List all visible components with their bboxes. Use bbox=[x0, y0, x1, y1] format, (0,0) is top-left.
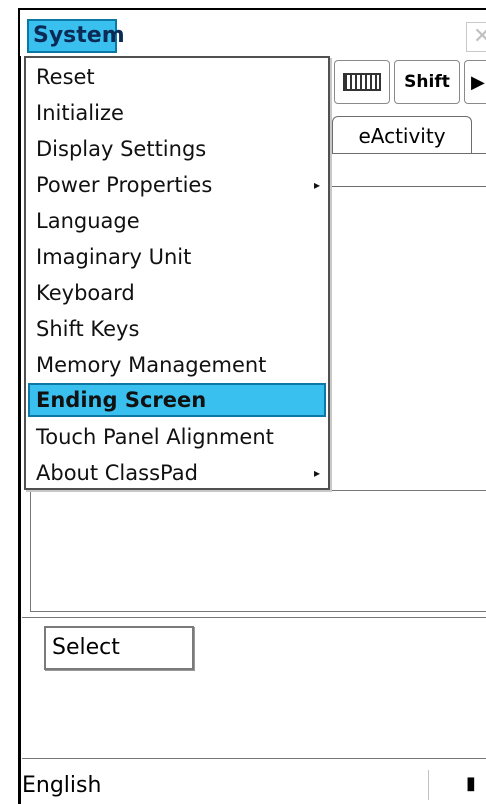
menu-item-initialize[interactable]: Initialize bbox=[28, 96, 326, 130]
menu-item-label: About ClassPad bbox=[36, 461, 198, 485]
menu-item-language[interactable]: Language bbox=[28, 204, 326, 238]
status-language: English bbox=[22, 773, 102, 798]
menu-item-label: Display Settings bbox=[36, 137, 207, 161]
status-separator bbox=[428, 770, 429, 800]
menu-item-touch-panel-alignment[interactable]: Touch Panel Alignment bbox=[28, 420, 326, 454]
shift-button[interactable]: Shift bbox=[394, 60, 460, 104]
divider bbox=[330, 153, 486, 154]
select-label: Select bbox=[52, 635, 120, 660]
tab-label: eActivity bbox=[358, 123, 446, 148]
keyboard-icon bbox=[343, 73, 381, 91]
menu-item-label: Power Properties bbox=[36, 173, 213, 197]
menu-item-label: Shift Keys bbox=[36, 317, 140, 341]
menu-item-label: Memory Management bbox=[36, 353, 267, 377]
submenu-arrow-icon: ▸ bbox=[313, 466, 320, 480]
menu-item-display-settings[interactable]: Display Settings bbox=[28, 132, 326, 166]
divider bbox=[330, 186, 486, 187]
close-icon[interactable]: ✕ bbox=[466, 22, 486, 52]
tab-eactivity[interactable]: eActivity bbox=[332, 116, 472, 154]
content-panel bbox=[30, 490, 486, 612]
menu-item-imaginary-unit[interactable]: Imaginary Unit bbox=[28, 240, 326, 274]
submenu-arrow-icon: ▸ bbox=[313, 178, 320, 192]
menu-item-label: Language bbox=[36, 209, 140, 233]
menu-item-label: Touch Panel Alignment bbox=[36, 425, 274, 449]
menu-item-ending-screen[interactable]: Ending Screen bbox=[28, 383, 326, 417]
window-title: System bbox=[33, 23, 125, 48]
menu-item-reset[interactable]: Reset bbox=[28, 60, 326, 94]
menu-item-label: Ending Screen bbox=[36, 388, 207, 412]
menu-item-power-properties[interactable]: Power Properties ▸ bbox=[28, 168, 326, 202]
divider bbox=[22, 617, 486, 618]
menu-item-about-classpad[interactable]: About ClassPad ▸ bbox=[28, 456, 326, 490]
menu-item-label: Keyboard bbox=[36, 281, 135, 305]
play-icon: ▶ bbox=[471, 71, 485, 93]
shift-label: Shift bbox=[404, 72, 450, 92]
battery-icon: ▮ bbox=[466, 773, 476, 794]
select-button[interactable]: Select bbox=[44, 626, 194, 670]
keyboard-button[interactable] bbox=[334, 60, 390, 104]
play-button[interactable]: ▶ bbox=[464, 60, 486, 104]
menu-item-label: Reset bbox=[36, 65, 95, 89]
divider bbox=[22, 758, 486, 759]
system-dropdown-menu: Reset Initialize Display Settings Power … bbox=[24, 56, 330, 490]
menu-item-label: Initialize bbox=[36, 101, 124, 125]
menu-item-keyboard[interactable]: Keyboard bbox=[28, 276, 326, 310]
title-bar: System ✕ bbox=[20, 10, 486, 56]
menu-item-shift-keys[interactable]: Shift Keys bbox=[28, 312, 326, 346]
menu-item-label: Imaginary Unit bbox=[36, 245, 192, 269]
menu-item-memory-management[interactable]: Memory Management bbox=[28, 348, 326, 382]
